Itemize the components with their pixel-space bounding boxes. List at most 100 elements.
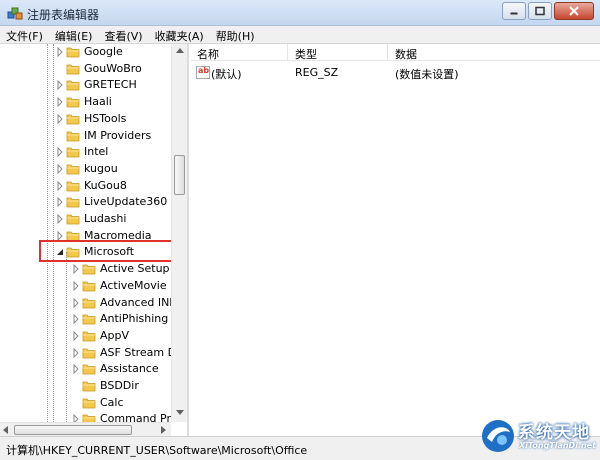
- close-icon: [569, 6, 579, 16]
- expand-arrow-icon[interactable]: [56, 163, 64, 175]
- folder-icon: [66, 96, 80, 108]
- table-row[interactable]: ab (默认) REG_SZ (数值未设置): [191, 64, 600, 81]
- tree-item[interactable]: BSDDir: [0, 378, 170, 395]
- close-button[interactable]: [554, 2, 594, 20]
- tree-item-label: AntiPhishing: [100, 312, 169, 326]
- expand-arrow-icon[interactable]: [56, 46, 64, 58]
- scroll-down-icon[interactable]: [176, 410, 184, 415]
- folder-icon: [82, 397, 96, 409]
- menu-help[interactable]: 帮助(H): [210, 26, 261, 43]
- expand-arrow-icon[interactable]: [72, 263, 80, 275]
- expand-arrow-icon[interactable]: [72, 313, 80, 325]
- tree-item-label: KuGou8: [84, 178, 127, 192]
- tree-item-label: Ludashi: [84, 212, 127, 225]
- folder-icon: [82, 280, 96, 292]
- expand-arrow-icon[interactable]: [72, 330, 80, 342]
- expand-arrow-icon[interactable]: [72, 347, 80, 358]
- scroll-thumb[interactable]: [14, 425, 132, 435]
- expand-arrow-icon[interactable]: [56, 146, 64, 158]
- tree-vertical-scrollbar[interactable]: [171, 44, 187, 422]
- value-data: (数值未设置): [395, 68, 459, 81]
- tree-item-label: Assistance: [100, 362, 159, 376]
- column-header-data[interactable]: 数据: [395, 46, 417, 62]
- tree-item[interactable]: AntiPhishing: [0, 311, 170, 328]
- tree-item[interactable]: kugou: [0, 161, 170, 178]
- tree-item[interactable]: Ludashi: [0, 211, 170, 228]
- folder-icon: [66, 113, 80, 125]
- folder-icon: [66, 79, 80, 91]
- expand-arrow-icon[interactable]: [72, 280, 80, 292]
- tree-item-label: HSTools: [84, 111, 127, 125]
- tree-item[interactable]: ASF Stream De: [0, 345, 183, 362]
- maximize-button[interactable]: [528, 2, 552, 20]
- status-path: 计算机\HKEY_CURRENT_USER\Software\Microsoft…: [6, 444, 308, 457]
- tree-connector: [56, 64, 64, 74]
- folder-icon: [66, 196, 80, 208]
- tree-connector: [72, 398, 80, 408]
- folder-icon: [66, 163, 80, 175]
- tree-item[interactable]: Assistance: [0, 361, 170, 378]
- tree-item[interactable]: KuGou8: [0, 178, 170, 195]
- value-type: REG_SZ: [295, 66, 339, 79]
- tree-item[interactable]: Intel: [0, 144, 170, 161]
- tree-item[interactable]: GouWoBro: [0, 61, 170, 78]
- expand-arrow-icon[interactable]: [72, 364, 80, 375]
- tree-item[interactable]: ActiveMovie: [0, 278, 170, 295]
- column-header-type[interactable]: 类型: [295, 46, 317, 62]
- tree-item[interactable]: LiveUpdate360: [0, 194, 170, 211]
- expand-arrow-icon[interactable]: [56, 113, 64, 125]
- watermark-logo-icon: [482, 420, 514, 452]
- tree-item-label: GRETECH: [84, 78, 137, 92]
- tree-item[interactable]: HSTools: [0, 111, 170, 128]
- registry-app-icon: [7, 7, 23, 20]
- highlight-box: [39, 240, 175, 262]
- expand-arrow-icon[interactable]: [56, 96, 64, 108]
- tree-item[interactable]: Active Setup: [0, 261, 170, 278]
- window-controls: [500, 2, 594, 20]
- tree-connector: [72, 381, 80, 391]
- column-divider[interactable]: [287, 44, 288, 61]
- folder-icon: [66, 180, 80, 192]
- folder-icon: [66, 146, 80, 158]
- folder-icon: [66, 130, 80, 142]
- value-name: (默认): [211, 68, 242, 81]
- tree-horizontal-scrollbar[interactable]: [0, 422, 171, 436]
- expand-arrow-icon[interactable]: [56, 213, 64, 225]
- tree-item[interactable]: IM Providers: [0, 128, 170, 145]
- tree-item[interactable]: AppV: [0, 328, 170, 345]
- folder-icon: [66, 63, 80, 75]
- menu-file[interactable]: 文件(F): [0, 26, 49, 43]
- tree-item-label: AppV: [100, 328, 130, 342]
- tree-item-label: Advanced INF: [100, 295, 176, 309]
- watermark-title: 系统天地: [518, 423, 590, 443]
- expand-arrow-icon[interactable]: [56, 197, 64, 208]
- registry-tree-pane[interactable]: Google GouWoBro GRETECH Haali HSTools IM Prov…: [0, 44, 189, 436]
- registry-values-pane[interactable]: 名称 类型 数据 ab (默认) REG_SZ (数值未设置): [191, 44, 600, 436]
- tree-connector: [56, 131, 64, 141]
- scroll-right-icon[interactable]: [161, 426, 166, 434]
- tree-item-label: BSDDir: [100, 379, 139, 392]
- minimize-icon: [510, 12, 518, 15]
- tree-item[interactable]: GRETECH: [0, 77, 170, 94]
- menu-edit[interactable]: 编辑(E): [49, 26, 99, 43]
- tree-item[interactable]: Google: [0, 44, 170, 61]
- scroll-thumb[interactable]: [174, 155, 185, 195]
- tree-item[interactable]: Calc: [0, 395, 170, 412]
- column-header-name[interactable]: 名称: [197, 46, 219, 62]
- tree-item[interactable]: Advanced INF: [0, 295, 176, 312]
- folder-icon: [82, 380, 96, 392]
- column-divider[interactable]: [387, 44, 388, 61]
- expand-arrow-icon[interactable]: [56, 180, 64, 191]
- minimize-button[interactable]: [502, 2, 526, 20]
- scroll-up-icon[interactable]: [176, 48, 184, 53]
- watermark-subtitle: XiTongTianDi.net: [519, 441, 596, 450]
- menu-view[interactable]: 查看(V): [98, 26, 148, 43]
- menu-favorites[interactable]: 收藏夹(A): [149, 26, 210, 43]
- expand-arrow-icon[interactable]: [56, 80, 64, 91]
- tree-item-label: Google: [84, 45, 123, 58]
- folder-icon: [66, 213, 80, 225]
- scroll-left-icon[interactable]: [3, 426, 8, 434]
- tree-item-label: Calc: [100, 395, 124, 409]
- tree-item[interactable]: Haali: [0, 94, 170, 111]
- expand-arrow-icon[interactable]: [72, 297, 80, 308]
